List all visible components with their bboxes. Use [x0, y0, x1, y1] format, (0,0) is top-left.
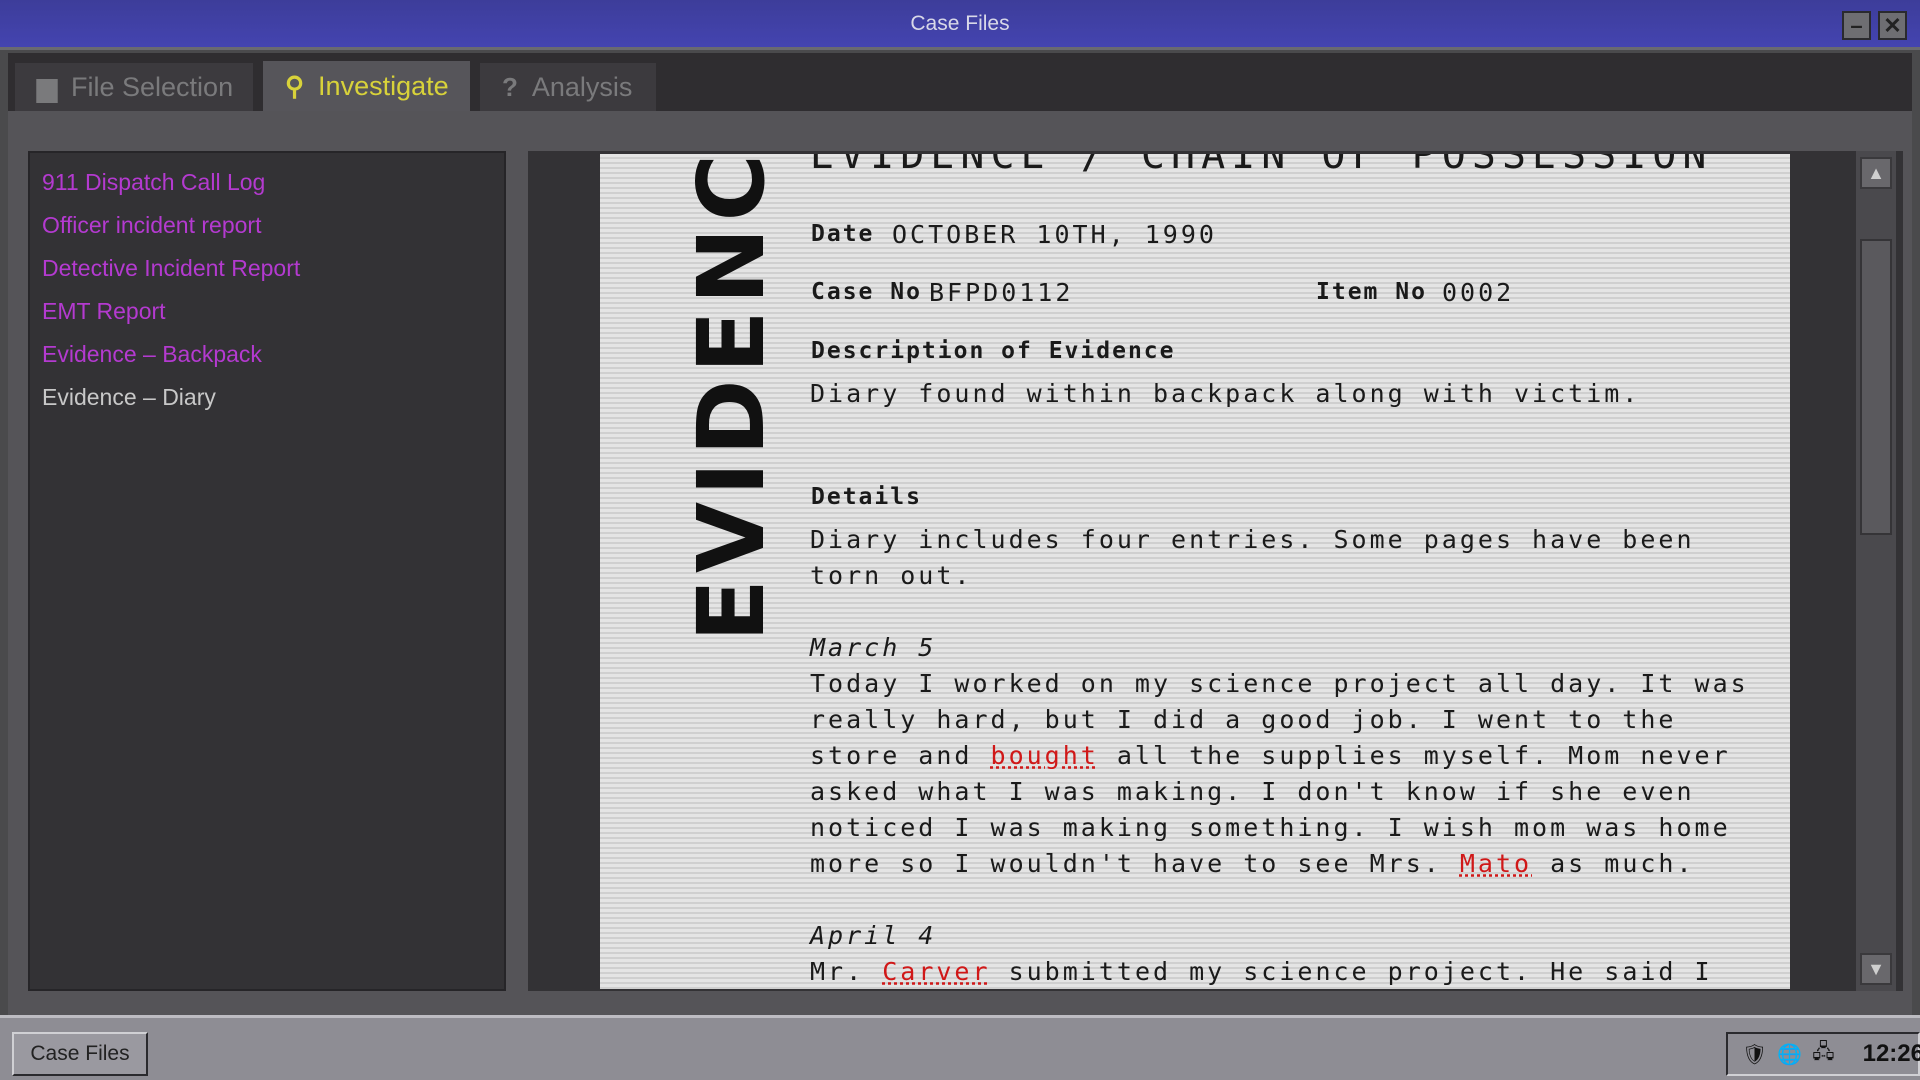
scrollbar-thumb[interactable]: [1860, 239, 1892, 535]
file-item-selected[interactable]: Evidence – Diary: [42, 384, 216, 411]
entry-line: Today I worked on my science project all…: [810, 669, 1749, 698]
taskbar-case-files-button[interactable]: Case Files: [12, 1032, 148, 1076]
item-label: Item No: [1316, 279, 1427, 305]
system-tray: 🛡 🌐 🖧 12:26: [1726, 1032, 1920, 1076]
folder-icon: ▆: [37, 71, 57, 102]
highlight-mato[interactable]: Mato: [1460, 849, 1532, 878]
scroll-up-button[interactable]: ▲: [1860, 157, 1892, 189]
shield-icon[interactable]: 🛡: [1742, 1042, 1767, 1067]
file-item[interactable]: 911 Dispatch Call Log: [42, 169, 265, 196]
entry-line: more so I wouldn't have to see Mrs. Mato…: [810, 849, 1695, 878]
network-icon[interactable]: 🖧: [1812, 1037, 1834, 1071]
vertical-title: EVIDENCE: [678, 154, 785, 642]
scrollbar[interactable]: ▲ ▼: [1856, 151, 1896, 991]
case-label: Case No: [811, 279, 922, 305]
search-icon: ⚲: [285, 70, 305, 101]
details-line: Diary includes four entries. Some pages …: [810, 525, 1695, 554]
window-title: Case Files: [910, 12, 1010, 35]
close-button[interactable]: ✕: [1878, 11, 1907, 40]
tab-label: Investigate: [318, 70, 449, 101]
entry-line: Mr. Carver submitted my science project.…: [810, 957, 1713, 986]
text: Mr.: [810, 957, 883, 986]
tab-label: Analysis: [531, 71, 633, 102]
date-value: OCTOBER 10TH, 1990: [892, 220, 1217, 249]
main-area: 911 Dispatch Call Log Officer incident r…: [8, 111, 1912, 1015]
text: as much.: [1532, 849, 1695, 878]
document-heading: EVIDENCE / CHAIN OF POSSESSION: [810, 154, 1713, 178]
entry-line: asked what I was making. I don't know if…: [810, 777, 1695, 806]
highlight-bought[interactable]: bought: [991, 741, 1099, 770]
title-bar: Case Files – ✕: [0, 0, 1920, 50]
tab-label: File Selection: [71, 71, 234, 102]
question-icon: ?: [502, 71, 518, 102]
text: more so I wouldn't have to see Mrs.: [810, 849, 1460, 878]
file-item[interactable]: Officer incident report: [42, 212, 261, 239]
text: submitted my science project. He said I: [990, 957, 1713, 986]
date-label: Date: [811, 221, 875, 247]
entry-line: noticed I was making something. I wish m…: [810, 813, 1731, 842]
tab-analysis[interactable]: ? Analysis: [480, 63, 656, 111]
file-list: 911 Dispatch Call Log Officer incident r…: [28, 151, 506, 991]
file-item[interactable]: Detective Incident Report: [42, 255, 300, 282]
entry-date: April 4: [810, 921, 937, 950]
document-viewer: EVIDENCE EVIDENCE / CHAIN OF POSSESSION …: [528, 151, 1903, 991]
case-value: BFPD0112: [929, 278, 1074, 307]
details-line: torn out.: [810, 561, 973, 590]
file-item[interactable]: Evidence – Backpack: [42, 341, 262, 368]
tab-investigate[interactable]: ⚲ Investigate: [263, 61, 470, 111]
description-label: Description of Evidence: [811, 338, 1176, 364]
clock: 12:26: [1862, 1040, 1920, 1067]
scroll-down-button[interactable]: ▼: [1860, 953, 1892, 985]
entry-line: store and bought all the supplies myself…: [810, 741, 1731, 770]
minimize-button[interactable]: –: [1842, 11, 1871, 40]
tab-file-selection[interactable]: ▆ File Selection: [15, 63, 253, 111]
item-value: 0002: [1442, 278, 1515, 307]
globe-icon[interactable]: 🌐: [1777, 1042, 1802, 1067]
text: store and: [810, 741, 991, 770]
entry-date: March 5: [810, 633, 937, 662]
taskbar: Case Files 🛡 🌐 🖧 12:26: [0, 1015, 1920, 1080]
tab-bar: ▆ File Selection ⚲ Investigate ? Analysi…: [8, 53, 1912, 111]
file-item[interactable]: EMT Report: [42, 298, 166, 325]
description-text: Diary found within backpack along with v…: [810, 379, 1641, 408]
evidence-document: EVIDENCE EVIDENCE / CHAIN OF POSSESSION …: [600, 154, 1790, 989]
text: all the supplies myself. Mom never: [1098, 741, 1731, 770]
highlight-carver[interactable]: Carver: [882, 957, 990, 986]
details-label: Details: [811, 484, 922, 510]
entry-line: really hard, but I did a good job. I wen…: [810, 705, 1677, 734]
